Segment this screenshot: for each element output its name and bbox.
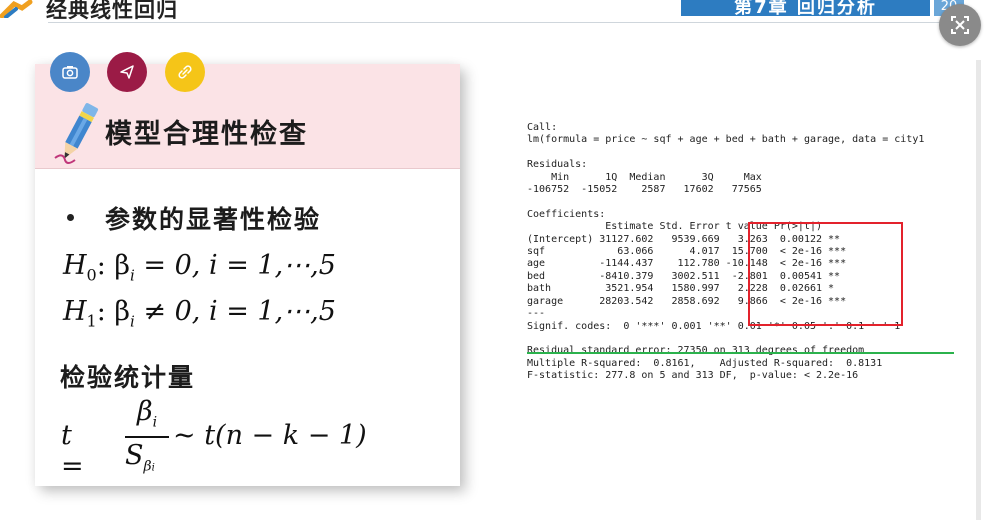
r-output-line: F-statistic: 277.8 on 5 and 313 DF, p-va… [527,370,859,382]
screenshot-icon [951,16,969,34]
bullet-point [67,214,74,221]
signif-codes-underline [527,352,954,354]
r-output-line: Call: [527,122,558,133]
r-output-line: Coefficients: [527,208,606,220]
content-card: 模型合理性检查 参数的显著性检验 H0: βi = 0, i = 1,⋯,5 H… [35,52,460,486]
r-output-line: lm(formula = price ~ sqf + age + bed + b… [527,134,925,146]
r-output-line: Multiple R-squared: 0.8161, Adjusted R-s… [527,357,883,369]
alternative-hypothesis: H1: βi ≠ 0, i = 1,⋯,5 [63,296,336,331]
formula-numerator: βi [136,396,158,431]
r-output-line: -106752 -15052 2587 17602 77565 [527,184,762,196]
chapter-label: 第7章 回归分析 [681,0,930,18]
card-title: 模型合理性检查 [105,119,308,150]
send-button[interactable] [107,52,147,92]
r-output-line: Residual standard error: 27350 on 313 de… [527,345,865,357]
screenshot-button[interactable] [939,4,981,46]
slide-section-title: 经典线性回归 [46,0,178,22]
r-output-line: Residuals: [527,159,588,171]
link-button[interactable] [165,52,205,92]
header-logo-icon [0,0,33,18]
link-icon [178,65,192,79]
header-divider [48,22,977,23]
test-statistic-heading: 检验统计量 [60,363,196,392]
bullet-heading: 参数的显著性检验 [105,205,322,234]
null-hypothesis: H0: βi = 0, i = 1,⋯,5 [63,250,336,285]
r-output-line: Min 1Q Median 3Q Max [527,171,762,183]
r-output-line: --- [527,308,546,320]
fraction-bar [125,436,169,438]
t-value-highlight-box [748,222,903,326]
send-icon [120,65,134,79]
camera-icon [62,66,78,79]
scrollbar[interactable] [976,60,981,520]
camera-button[interactable] [50,52,90,92]
pencil-icon [54,103,99,164]
